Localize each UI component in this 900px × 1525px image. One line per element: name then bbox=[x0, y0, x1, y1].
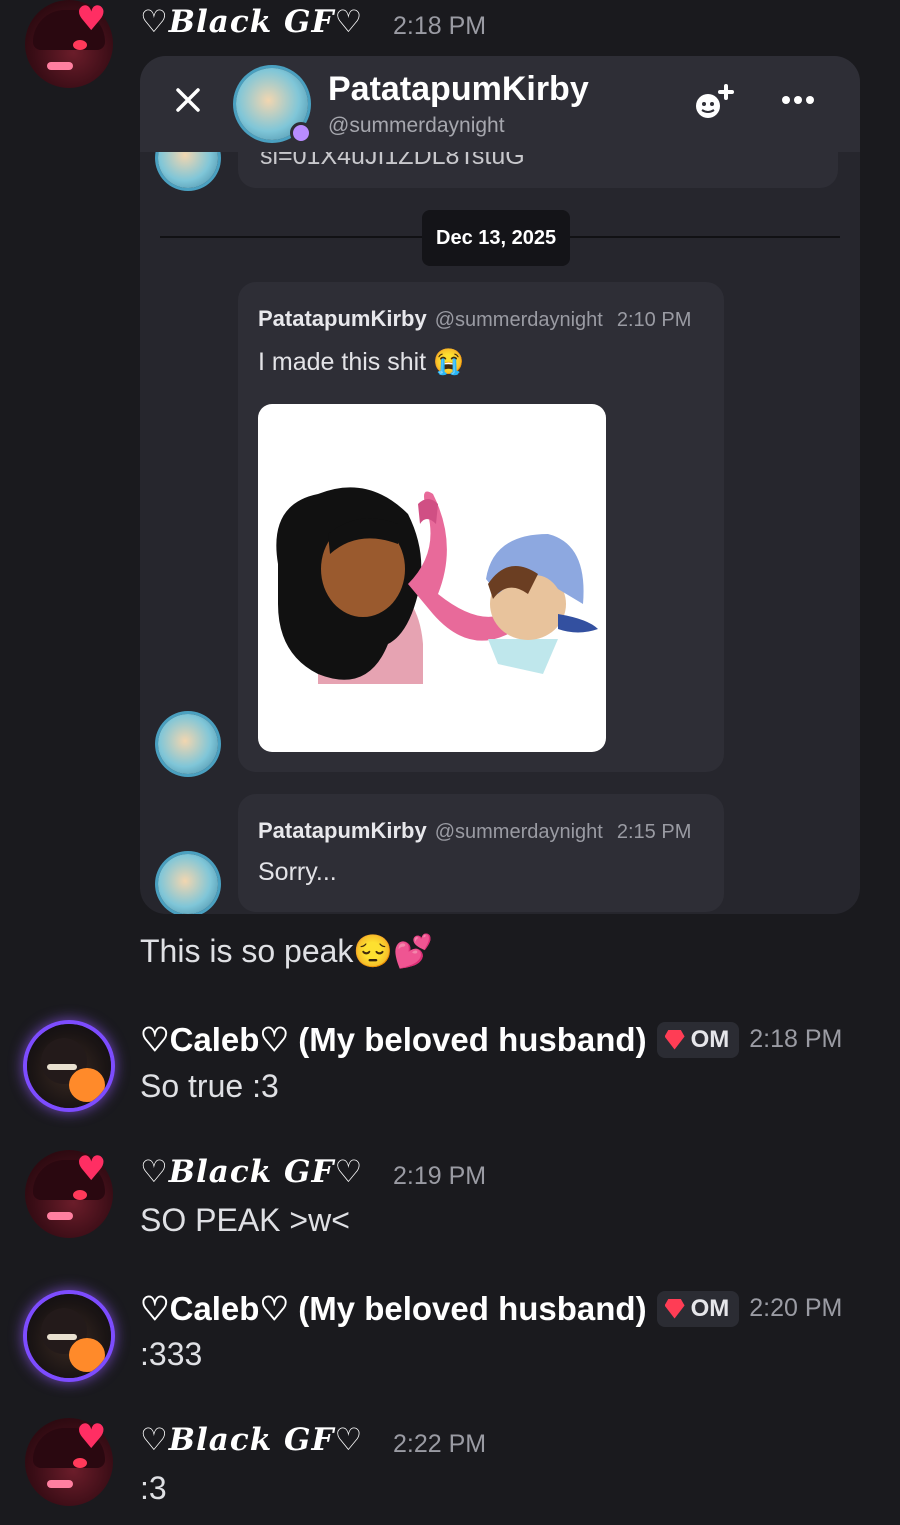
message-text: :3 bbox=[140, 1470, 167, 1506]
close-icon[interactable] bbox=[170, 82, 206, 118]
heart-decoration-icon: ♥ bbox=[76, 1149, 107, 1189]
author-name[interactable]: ♡Black GF♡ bbox=[140, 1422, 363, 1458]
message-text: So true :3 bbox=[140, 1068, 279, 1104]
role-tag-label: OM bbox=[690, 1294, 730, 1322]
post-author[interactable]: PatatapumKirby bbox=[258, 306, 427, 332]
post-handle: @summerdaynight bbox=[434, 309, 603, 331]
post-timestamp: 2:15 PM bbox=[616, 821, 692, 843]
post-text: I made this shit 😭 bbox=[258, 348, 465, 376]
avatar-patatapumkirby bbox=[158, 714, 218, 774]
post-author[interactable]: PatatapumKirby bbox=[258, 818, 427, 844]
header-username: @summerdaynight bbox=[328, 114, 505, 137]
role-tag[interactable]: OM bbox=[656, 1290, 740, 1327]
embed-post[interactable]: PatatapumKirby @summerdaynight 2:10 PM I… bbox=[238, 282, 724, 772]
avatar-patatapumkirby bbox=[158, 854, 218, 914]
timestamp: 2:18 PM bbox=[749, 1025, 843, 1053]
author-name[interactable]: ♡Black GF♡ bbox=[140, 1154, 363, 1190]
message-text: This is so peak😔💕 bbox=[140, 933, 434, 969]
author-name[interactable]: ♡Black GF♡ bbox=[140, 4, 363, 40]
author-name[interactable]: ♡Caleb♡ (My beloved husband) bbox=[140, 1020, 647, 1059]
drawing-illustration bbox=[276, 487, 598, 684]
timestamp: 2:22 PM bbox=[393, 1430, 487, 1458]
heart-decoration-icon: ♥ bbox=[76, 0, 107, 39]
heart-decoration-icon: ♥ bbox=[76, 1417, 107, 1457]
timestamp: 2:18 PM bbox=[393, 12, 487, 40]
post-text: Sorry... bbox=[258, 858, 337, 886]
role-tag[interactable]: OM bbox=[656, 1021, 740, 1058]
timestamp: 2:19 PM bbox=[393, 1162, 487, 1190]
message-text: SO PEAK >w< bbox=[140, 1202, 350, 1238]
post-timestamp: 2:10 PM bbox=[616, 309, 692, 331]
role-tag-label: OM bbox=[690, 1025, 730, 1053]
gem-icon bbox=[664, 1029, 685, 1050]
status-indicator bbox=[290, 122, 312, 144]
message-text: :333 bbox=[140, 1336, 203, 1372]
attached-image[interactable] bbox=[258, 404, 606, 752]
date-divider: Dec 13, 2025 bbox=[422, 210, 571, 266]
avatar-caleb[interactable] bbox=[27, 1294, 111, 1378]
forwarded-embed[interactable]: si=01X4uJI1ZDL8TstuG PatatapumKirby @sum… bbox=[140, 56, 860, 914]
more-options-icon[interactable] bbox=[780, 92, 820, 108]
embed-header: PatatapumKirby @summerdaynight bbox=[140, 56, 860, 152]
post-handle: @summerdaynight bbox=[434, 821, 603, 843]
header-display-name[interactable]: PatatapumKirby bbox=[328, 70, 589, 109]
gem-icon bbox=[664, 1298, 685, 1319]
embed-post[interactable]: PatatapumKirby @summerdaynight 2:15 PM S… bbox=[238, 794, 724, 912]
avatar-caleb[interactable] bbox=[27, 1024, 111, 1108]
timestamp: 2:20 PM bbox=[749, 1294, 843, 1322]
add-friend-icon[interactable] bbox=[692, 82, 738, 124]
author-name[interactable]: ♡Caleb♡ (My beloved husband) bbox=[140, 1289, 647, 1328]
